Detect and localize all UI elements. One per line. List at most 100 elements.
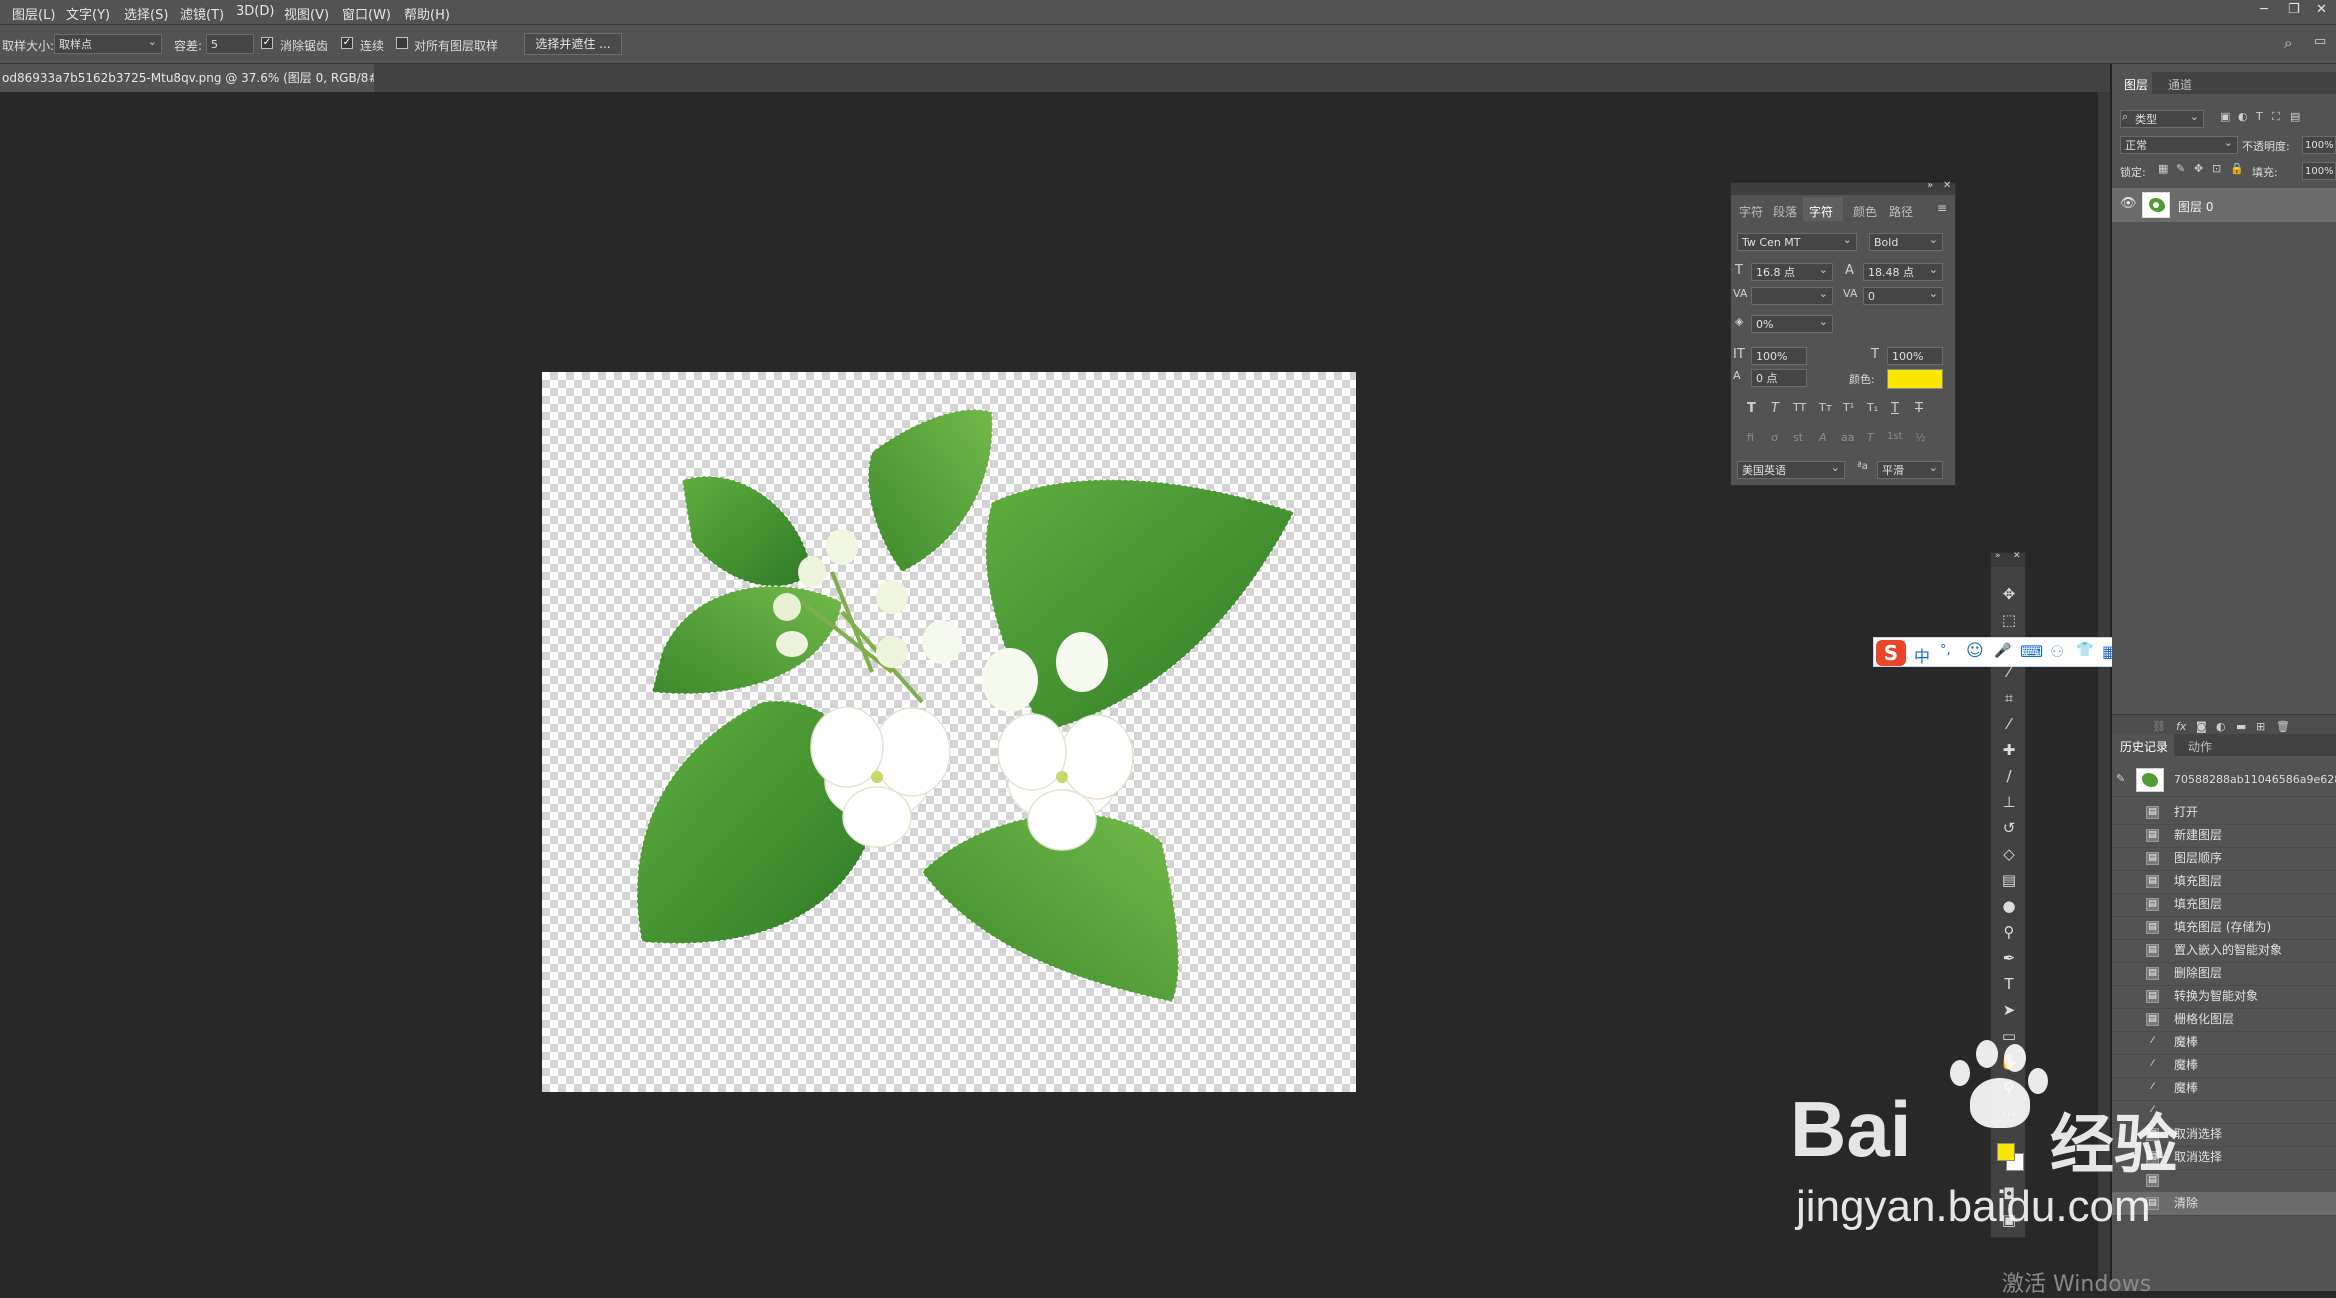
- font-style-select[interactable]: Bold: [1869, 231, 1943, 251]
- eraser-tool-icon[interactable]: ◇: [1991, 841, 2027, 867]
- subscript-button[interactable]: T₁: [1867, 401, 1878, 414]
- history-item[interactable]: ▤ 栅格化图层: [2112, 1008, 2336, 1032]
- select-and-mask-button[interactable]: 选择并遮住 ...: [524, 33, 622, 55]
- fill-input[interactable]: 100%: [2302, 162, 2336, 180]
- text-color-swatch[interactable]: [1887, 369, 1943, 389]
- discretionary-ligatures-button[interactable]: st: [1793, 431, 1803, 444]
- antialias-checkbox[interactable]: ✓: [261, 37, 273, 49]
- tools-panel-header[interactable]: » ✕: [1991, 551, 2025, 567]
- tab-history[interactable]: 历史记录: [2120, 738, 2168, 755]
- history-brush-tool-icon[interactable]: ↺: [1991, 815, 2027, 841]
- close-panel-icon[interactable]: ✕: [1943, 180, 1951, 191]
- font-family-select[interactable]: Tw Cen MT: [1737, 231, 1857, 251]
- filter-type-icon[interactable]: T: [2256, 110, 2263, 123]
- strikethrough-button[interactable]: T: [1915, 401, 1923, 416]
- delete-layer-icon[interactable]: 🗑: [2276, 720, 2290, 733]
- antialias-select[interactable]: 平滑: [1877, 459, 1943, 479]
- vertical-scale-input[interactable]: 100%: [1751, 347, 1807, 365]
- menu-view[interactable]: 视图(V): [284, 4, 329, 23]
- ordinals-button[interactable]: 1st: [1887, 431, 1903, 442]
- ime-skin-icon[interactable]: 👕: [2076, 642, 2093, 658]
- filter-adjustment-icon[interactable]: ◐: [2238, 110, 2248, 123]
- character-panel-header[interactable]: » ✕: [1731, 180, 1955, 195]
- close-tools-icon[interactable]: ✕: [2013, 551, 2021, 561]
- small-caps-button[interactable]: Tт: [1819, 401, 1832, 414]
- ime-emoji-icon[interactable]: ☺: [1966, 641, 1984, 661]
- opacity-input[interactable]: 100%: [2302, 136, 2336, 154]
- menu-3d[interactable]: 3D(D): [236, 4, 274, 19]
- menu-type[interactable]: 文字(Y): [66, 4, 110, 23]
- adjustment-layer-icon[interactable]: ◐: [2216, 720, 2226, 733]
- swash-button[interactable]: A: [1819, 431, 1827, 444]
- filter-shape-icon[interactable]: ⛶: [2272, 110, 2280, 124]
- lock-all-icon[interactable]: 🔒: [2230, 162, 2244, 175]
- ime-punctuation-icon[interactable]: °,: [1940, 643, 1951, 658]
- collapse-icon[interactable]: »: [1927, 180, 1933, 191]
- tab-color[interactable]: 颜色: [1853, 203, 1877, 220]
- filter-smart-object-icon[interactable]: ▤: [2290, 110, 2300, 123]
- eyedropper-tool-icon[interactable]: ⁄: [1991, 711, 2027, 737]
- ime-user-icon[interactable]: ⚇: [2050, 642, 2064, 661]
- ime-logo-icon[interactable]: S: [1876, 640, 1906, 666]
- tab-paths[interactable]: 路径: [1889, 203, 1913, 220]
- fractions-button[interactable]: ½: [1915, 431, 1926, 444]
- history-item[interactable]: ▤ 图层顺序: [2112, 847, 2336, 871]
- faux-italic-button[interactable]: T: [1771, 401, 1779, 416]
- ligatures-button[interactable]: fi: [1747, 431, 1754, 444]
- history-item[interactable]: ▤ 打开: [2112, 801, 2336, 825]
- lock-transparent-icon[interactable]: ▦: [2158, 162, 2168, 175]
- titling-button[interactable]: T: [1867, 431, 1874, 444]
- all-layers-checkbox[interactable]: [396, 37, 408, 49]
- add-mask-icon[interactable]: ◙: [2196, 720, 2207, 733]
- faux-bold-button[interactable]: T: [1747, 401, 1756, 416]
- ime-keyboard-icon[interactable]: ⌨: [2020, 642, 2043, 661]
- language-select[interactable]: 美国英语: [1737, 459, 1845, 479]
- old-style-button[interactable]: ơ: [1771, 431, 1778, 444]
- leading-input[interactable]: 18.48 点: [1863, 261, 1943, 281]
- history-item[interactable]: ▤ 填充图层 (存储为): [2112, 916, 2336, 940]
- tolerance-input[interactable]: 5: [206, 34, 254, 54]
- search-icon[interactable]: ⌕: [2284, 34, 2292, 52]
- gradient-tool-icon[interactable]: ▤: [1991, 867, 2027, 893]
- restore-icon[interactable]: ❐: [2288, 2, 2300, 17]
- tab-paragraph[interactable]: 段落: [1773, 203, 1797, 220]
- font-size-input[interactable]: 16.8 点: [1751, 261, 1833, 281]
- document-tab[interactable]: od86933a7b5162b3725-Mtu8qv.png @ 37.6% (…: [0, 64, 374, 92]
- filter-pixel-icon[interactable]: ▣: [2220, 110, 2230, 123]
- ime-chinese-mode[interactable]: 中: [1914, 643, 1930, 667]
- menu-window[interactable]: 窗口(W): [342, 4, 391, 23]
- blur-tool-icon[interactable]: ●: [1991, 893, 2027, 919]
- path-selection-tool-icon[interactable]: ➤: [1991, 997, 2027, 1023]
- pen-tool-icon[interactable]: ✒: [1991, 945, 2027, 971]
- history-item[interactable]: ▤ 删除图层: [2112, 962, 2336, 986]
- tsume-input[interactable]: 0%: [1751, 313, 1833, 333]
- baseline-shift-input[interactable]: 0 点: [1751, 369, 1807, 387]
- lock-image-icon[interactable]: ✎: [2176, 162, 2185, 175]
- visibility-eye-icon[interactable]: 👁: [2120, 196, 2137, 211]
- workspace-icon[interactable]: ▭: [2314, 34, 2326, 49]
- crop-tool-icon[interactable]: ⌗: [1991, 685, 2027, 711]
- history-item[interactable]: ▤ 填充图层: [2112, 870, 2336, 894]
- document-image[interactable]: [542, 372, 1356, 1092]
- menu-filter[interactable]: 滤镜(T): [180, 4, 224, 23]
- superscript-button[interactable]: T¹: [1843, 401, 1854, 414]
- link-layers-icon[interactable]: ⛓: [2152, 720, 2166, 733]
- history-item[interactable]: ▤ 填充图层: [2112, 893, 2336, 917]
- close-window-icon[interactable]: ✕: [2316, 2, 2327, 17]
- tab-character-active[interactable]: 字符: [1809, 203, 1833, 220]
- ime-voice-icon[interactable]: 🎤: [1994, 643, 2011, 659]
- history-item[interactable]: ▤ 置入嵌入的智能对象: [2112, 939, 2336, 963]
- kerning-input[interactable]: [1751, 285, 1833, 305]
- lock-artboard-icon[interactable]: ⊡: [2212, 162, 2221, 175]
- tab-channels[interactable]: 通道: [2168, 76, 2192, 93]
- contiguous-checkbox[interactable]: ✓: [341, 37, 353, 49]
- brush-tool-icon[interactable]: ∕: [1991, 763, 2027, 789]
- new-layer-icon[interactable]: ⊞: [2256, 720, 2265, 733]
- lock-position-icon[interactable]: ✥: [2194, 162, 2203, 175]
- expand-tools-icon[interactable]: »: [1995, 551, 2001, 561]
- menu-select[interactable]: 选择(S): [124, 4, 168, 23]
- layer-row[interactable]: 👁 图层 0: [2112, 188, 2336, 222]
- menu-layer[interactable]: 图层(L): [12, 4, 55, 23]
- layer-filter-select[interactable]: 类型: [2120, 108, 2204, 128]
- dodge-tool-icon[interactable]: ⚲: [1991, 919, 2027, 945]
